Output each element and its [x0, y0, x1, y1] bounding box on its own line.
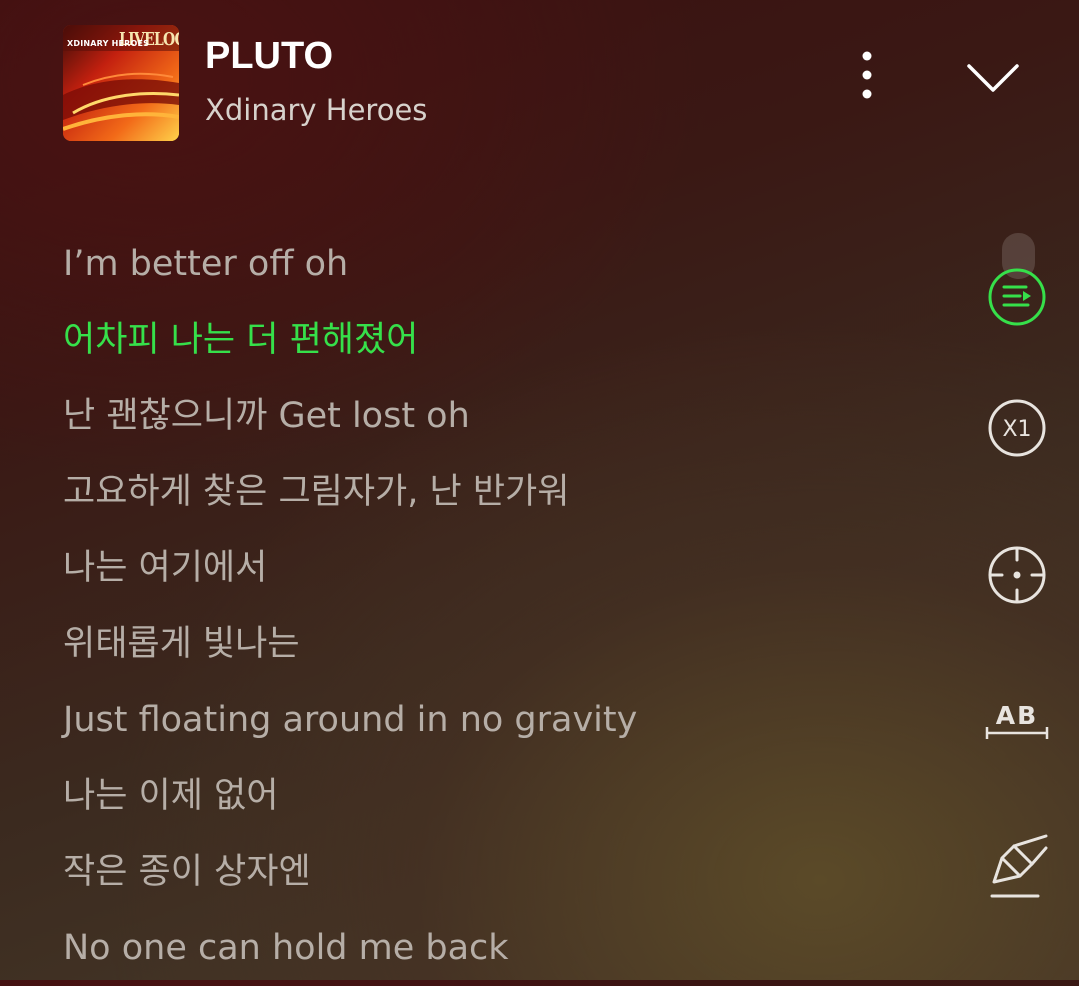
song-artist[interactable]: Xdinary Heroes	[205, 92, 427, 128]
song-title: PLUTO	[205, 35, 334, 77]
lyric-line[interactable]: 작은 종이 상자엔	[63, 834, 943, 910]
lyric-line[interactable]: Just floating around in no gravity	[63, 682, 943, 758]
speed-icon: X1	[988, 399, 1046, 457]
player-header: LIVELOCK XDINARY HEROES PLUTO Xdinary He…	[0, 0, 1079, 170]
lyric-line[interactable]: 고요하게 찾은 그림자가, 난 반가워	[63, 454, 943, 530]
playlist-button[interactable]	[986, 266, 1048, 328]
playback-speed-button[interactable]: X1	[986, 397, 1048, 459]
ab-repeat-icon: AB	[985, 701, 1049, 739]
lyric-line[interactable]: 나는 이제 없어	[63, 758, 943, 834]
lyric-line-current[interactable]: 어차피 나는 더 편해졌어	[63, 302, 943, 378]
locate-icon	[988, 546, 1046, 604]
chevron-down-icon	[967, 64, 1019, 92]
more-vertical-icon	[862, 51, 872, 99]
locate-current-line-button[interactable]	[986, 544, 1048, 606]
lyric-line[interactable]: I’m better off oh	[63, 226, 943, 302]
lyric-line[interactable]: 난 괜찮으니까 Get lost oh	[63, 378, 943, 454]
lyric-line[interactable]: No one can hold me back	[63, 910, 943, 986]
ab-label: AB	[996, 701, 1038, 730]
lyrics-list[interactable]: I’m better off oh 어차피 나는 더 편해졌어 난 괜찮으니까 …	[63, 226, 943, 986]
album-art[interactable]: LIVELOCK XDINARY HEROES	[63, 25, 179, 141]
ab-repeat-button[interactable]: AB	[982, 696, 1052, 744]
lyric-line[interactable]: 나는 여기에서	[63, 530, 943, 606]
highlight-lyrics-button[interactable]	[986, 834, 1052, 904]
more-options-button[interactable]	[846, 48, 888, 104]
collapse-button[interactable]	[962, 52, 1024, 100]
playlist-icon	[988, 268, 1046, 326]
lyric-line[interactable]: 위태롭게 빛나는	[63, 606, 943, 682]
highlighter-icon	[990, 834, 1048, 898]
album-art-band: XDINARY HEROES	[67, 39, 150, 48]
speed-label: X1	[1002, 417, 1031, 442]
